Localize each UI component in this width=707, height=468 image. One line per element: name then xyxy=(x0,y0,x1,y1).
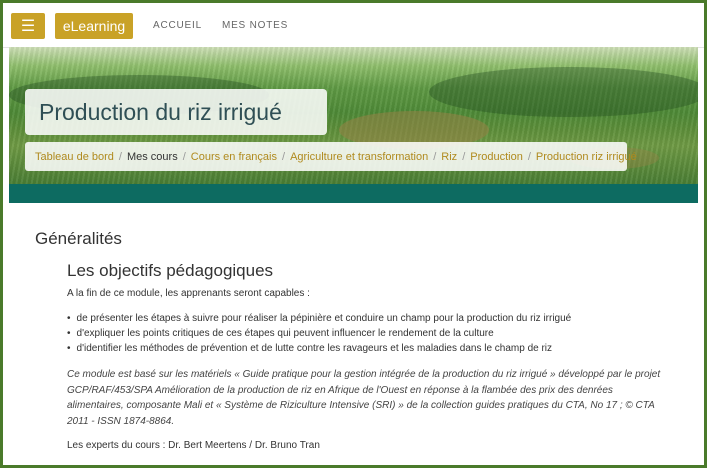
breadcrumb-item-agriculture[interactable]: Agriculture et transformation xyxy=(290,151,428,163)
objectives-intro: A la fin de ce module, les apprenants se… xyxy=(67,288,310,299)
reference-line: 2011 - ISSN 1874-8864. xyxy=(67,415,175,427)
list-item: d'identifier les méthodes de prévention … xyxy=(67,341,571,356)
breadcrumb-item-production-riz-irrigue[interactable]: Production riz irrigué xyxy=(536,151,637,163)
top-navbar: ☰ eLearning ACCUEIL MES NOTES xyxy=(3,3,704,48)
list-item: d'expliquer les points critiques de ces … xyxy=(67,326,571,341)
reference-paragraph: Ce module est basé sur les matériels « G… xyxy=(67,367,699,429)
main-nav: ACCUEIL MES NOTES xyxy=(153,20,288,31)
brand-button[interactable]: eLearning xyxy=(55,13,133,39)
breadcrumb-item-riz[interactable]: Riz xyxy=(441,151,457,163)
breadcrumb-separator: / xyxy=(282,150,286,163)
breadcrumb: Tableau de bord / Mes cours / Cours en f… xyxy=(25,142,637,171)
breadcrumb-item-production[interactable]: Production xyxy=(470,151,523,163)
breadcrumb-separator: / xyxy=(118,150,122,163)
reference-line: alimentaires, composante Mali et « Systè… xyxy=(67,400,655,411)
hamburger-icon: ☰ xyxy=(20,18,36,35)
list-item: de présenter les étapes à suivre pour ré… xyxy=(67,311,572,326)
field-shade xyxy=(429,67,698,117)
course-header-bar xyxy=(9,184,698,203)
course-content: Généralités Les objectifs pédagogiques A… xyxy=(9,203,698,465)
nav-link-mes-notes[interactable]: MES NOTES xyxy=(222,20,288,31)
objectives-list: de présenter les étapes à suivre pour ré… xyxy=(67,311,572,356)
page-frame: ☰ eLearning ACCUEIL MES NOTES Production… xyxy=(0,0,707,468)
breadcrumb-item-tableau-de-bord[interactable]: Tableau de bord xyxy=(35,151,114,163)
course-title-box: Production du riz irrigué xyxy=(25,89,327,135)
nav-link-accueil[interactable]: ACCUEIL xyxy=(153,20,202,31)
page-title: Production du riz irrigué xyxy=(39,98,282,125)
breadcrumb-separator: / xyxy=(527,150,531,163)
reference-line: Ce module est basé sur les matériels « G… xyxy=(67,369,661,380)
course-experts: Les experts du cours : Dr. Bert Meertens… xyxy=(67,440,320,451)
objectives-heading: Les objectifs pédagogiques xyxy=(67,261,274,280)
menu-toggle-button[interactable]: ☰ xyxy=(11,13,45,39)
breadcrumb-item-cours-en-francais[interactable]: Cours en français xyxy=(191,151,277,163)
breadcrumb-separator: / xyxy=(462,150,466,163)
breadcrumb-item-mes-cours: Mes cours xyxy=(126,150,178,163)
breadcrumb-separator: / xyxy=(182,150,186,163)
reference-line: GCP/RAF/453/SPA Amélioration de la produ… xyxy=(67,384,613,396)
breadcrumb-separator: / xyxy=(433,150,437,163)
section-title: Généralités xyxy=(35,229,122,248)
